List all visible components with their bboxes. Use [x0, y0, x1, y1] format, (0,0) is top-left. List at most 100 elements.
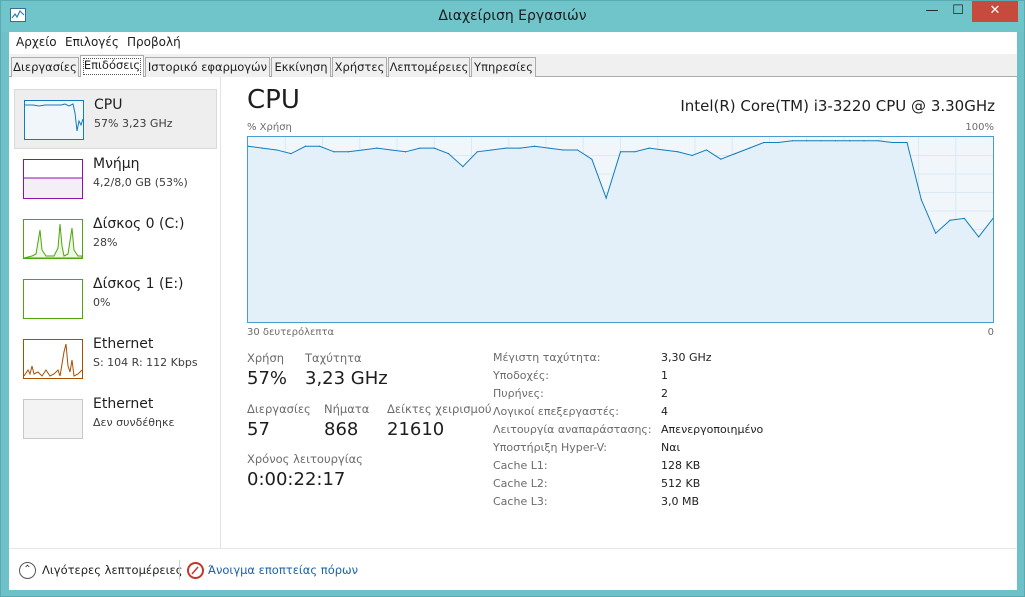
menu-options[interactable]: Επιλογές — [65, 35, 119, 49]
x-axis-label: 30 δευτερόλεπτα — [247, 327, 335, 338]
info-value: Απενεργοποιημένο — [661, 423, 764, 436]
info-label: Λογικοί επεξεργαστές: — [493, 405, 619, 418]
cpu-usage-point — [290, 153, 292, 155]
menu-file[interactable]: Αρχείο — [16, 35, 57, 49]
tab-services[interactable]: Υπηρεσίες — [471, 57, 536, 77]
cpu-usage-point — [447, 153, 450, 155]
cpu-usage-point — [705, 149, 708, 151]
cpu-usage-point — [877, 140, 879, 142]
client-area: Αρχείο Επιλογές Προβολή Διεργασίες Επιδό… — [9, 32, 1017, 590]
cpu-usage-point — [619, 151, 622, 153]
tab-users[interactable]: Χρήστες — [332, 57, 387, 77]
cpu-usage-point — [462, 166, 464, 168]
sidebar-item-cpu[interactable]: CPU 57% 3,23 GHz — [14, 89, 217, 149]
cpu-usage-point — [548, 147, 550, 149]
menu-bar: Αρχείο Επιλογές Προβολή — [9, 32, 1017, 54]
cpu-usage-point — [347, 151, 349, 153]
cpu-thumbnail — [24, 100, 84, 140]
close-button[interactable]: ✕ — [972, 1, 1018, 22]
tab-startup[interactable]: Εκκίνηση — [271, 57, 331, 77]
cpu-usage-point — [849, 140, 851, 142]
task-manager-window: Διαχείριση Εργασιών — ☐ ✕ Αρχείο Επιλογέ… — [0, 0, 1025, 597]
cpu-usage-point — [748, 147, 751, 149]
sidebar-item-ethernet[interactable]: Ethernet S: 104 R: 112 Kbps — [14, 329, 217, 389]
sidebar-item-disk-1[interactable]: Δίσκος 1 (E:) 0% — [14, 269, 217, 329]
info-value: 3,0 MB — [661, 495, 700, 508]
cpu-usage-point — [304, 145, 306, 147]
title-bar[interactable]: Διαχείριση Εργασιών — ☐ ✕ — [1, 1, 1024, 32]
cpu-usage-point — [261, 147, 263, 149]
footer-divider — [179, 560, 180, 580]
sidebar-item-label: Δίσκος 1 (E:) — [93, 276, 184, 292]
cpu-usage-point — [362, 149, 364, 151]
cpu-usage-point — [505, 147, 507, 149]
cpu-usage-point — [949, 219, 951, 221]
info-label: Υποδοχές: — [493, 369, 549, 382]
info-value: 512 KB — [661, 477, 701, 490]
cpu-usage-point — [963, 217, 965, 219]
y-axis-max: 100% — [965, 122, 994, 133]
cpu-usage-point — [806, 140, 808, 142]
cpu-usage-point — [533, 145, 536, 147]
cpu-usage-point — [978, 236, 980, 238]
sidebar-item-sub: 28% — [93, 236, 118, 249]
cpu-usage-point — [791, 140, 794, 142]
chevron-up-icon[interactable]: ⌃ — [19, 562, 36, 579]
tab-app-history[interactable]: Ιστορικό εφαρμογών — [145, 57, 270, 77]
threads-value: 868 — [324, 419, 359, 440]
info-value: 3,30 GHz — [661, 351, 712, 364]
speed-label: Ταχύτητα — [305, 351, 362, 365]
ethernet-thumbnail — [23, 399, 83, 439]
uptime-label: Χρόνος λειτουργίας — [247, 452, 363, 466]
speed-value: 3,23 GHz — [305, 368, 388, 389]
cpu-usage-point — [419, 147, 421, 149]
sidebar-item-label: Μνήμη — [93, 156, 140, 172]
menu-view[interactable]: Προβολή — [127, 35, 181, 49]
ethernet-thumbnail — [23, 339, 83, 379]
cpu-usage-point — [276, 149, 278, 151]
sidebar-item-memory[interactable]: Μνήμη 4,2/8,0 GB (53%) — [14, 149, 217, 209]
tab-strip: Διεργασίες Επιδόσεις Ιστορικό εφαρμογών … — [9, 54, 1017, 78]
cpu-usage-point — [634, 151, 636, 153]
open-resource-monitor-link[interactable]: Άνοιγμα εποπτείας πόρων — [208, 563, 358, 577]
info-value: Ναι — [661, 441, 681, 454]
tab-processes[interactable]: Διεργασίες — [11, 57, 79, 77]
sidebar-item-disk-0[interactable]: Δίσκος 0 (C:) 28% — [14, 209, 217, 269]
resource-monitor-icon[interactable] — [187, 562, 204, 579]
tab-performance[interactable]: Επιδόσεις — [80, 55, 144, 78]
sidebar-item-label: CPU — [94, 97, 123, 113]
sidebar-item-ethernet-disconnected[interactable]: Ethernet Δεν συνδέθηκε — [14, 389, 217, 449]
x-axis-min: 0 — [987, 327, 994, 338]
cpu-usage-point — [863, 140, 865, 142]
cpu-usage-point — [404, 151, 407, 153]
cpu-usage-point — [605, 197, 607, 199]
sidebar-item-sub: Δεν συνδέθηκε — [93, 416, 175, 429]
cpu-usage-point — [376, 147, 378, 149]
uptime-value: 0:00:22:17 — [247, 469, 346, 490]
page-title: CPU — [247, 85, 300, 115]
memory-thumbnail — [23, 159, 83, 199]
cpu-usage-point — [319, 145, 321, 147]
threads-label: Νήματα — [324, 402, 370, 416]
cpu-usage-point — [576, 149, 579, 151]
minimize-button[interactable]: — — [919, 1, 945, 22]
tab-details[interactable]: Λεπτομέρειες — [388, 57, 470, 77]
cpu-usage-point — [476, 151, 478, 153]
usage-label: Χρήση — [247, 351, 285, 365]
y-axis-label: % Χρήση — [247, 122, 292, 133]
cpu-usage-area — [248, 140, 993, 322]
cpu-model: Intel(R) Core(TM) i3-3220 CPU @ 3.30GHz — [680, 97, 995, 115]
cpu-usage-point — [892, 141, 894, 144]
processes-value: 57 — [247, 419, 270, 440]
sidebar-item-sub: 4,2/8,0 GB (53%) — [93, 176, 188, 189]
cpu-usage-point — [433, 147, 435, 149]
info-label: Υποστήριξη Hyper-V: — [493, 441, 607, 454]
disk-thumbnail — [23, 279, 83, 319]
maximize-button[interactable]: ☐ — [945, 1, 971, 22]
cpu-usage-point — [333, 151, 335, 153]
info-value: 2 — [661, 387, 668, 400]
window-title: Διαχείριση Εργασιών — [438, 8, 587, 24]
cpu-usage-point — [662, 149, 665, 151]
cpu-usage-point — [935, 232, 937, 234]
fewer-details-link[interactable]: Λιγότερες λεπτομέρειες — [42, 563, 182, 577]
